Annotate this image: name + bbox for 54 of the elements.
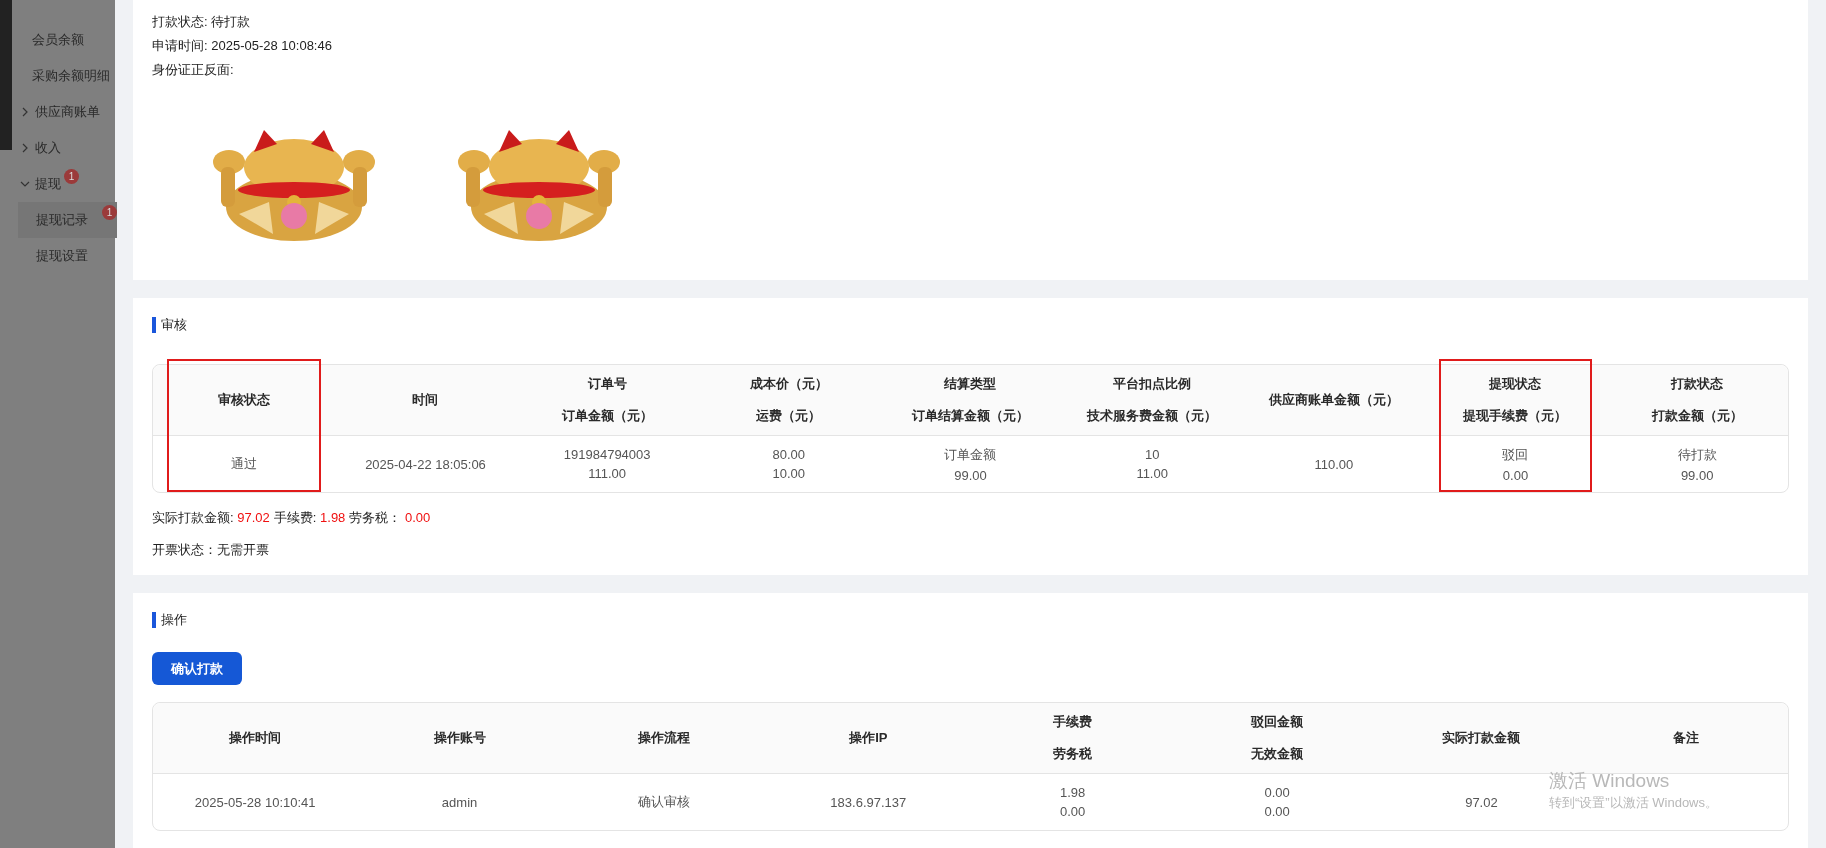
chevron-icon: [20, 179, 30, 189]
column-header: 实际打款金额: [1379, 703, 1584, 774]
menu-item[interactable]: 提现记录 1: [18, 202, 117, 238]
table-cell: 0.00 0.00: [1264, 785, 1290, 819]
table-cell: 确认审核: [637, 793, 690, 811]
table-cell: 待打款 99.00: [1677, 445, 1717, 483]
column-header: 审核状态: [153, 365, 335, 436]
column-header: 平台扣点比例 技术服务费金额（元）: [1061, 365, 1243, 436]
column-header: 订单号 订单金额（元）: [516, 365, 698, 436]
column-header: 打款状态 打款金额（元）: [1606, 365, 1788, 436]
table-cell: 1.98 0.00: [1060, 785, 1086, 819]
table-cell: 183.6.97.137: [830, 794, 907, 810]
column-header: 手续费 劳务税: [970, 703, 1175, 774]
column-header: 时间: [334, 365, 517, 436]
activation-text: 转到“设置”以激活 Windows。: [1549, 794, 1718, 812]
menu-item[interactable]: 会员余额: [0, 22, 117, 58]
column-header: 供应商账单金额（元）: [1243, 365, 1425, 436]
table-cell: 97.02: [1465, 794, 1498, 810]
invoice-status: 开票状态：无需开票: [152, 541, 270, 559]
column-header: 驳回金额 无效金额: [1174, 703, 1380, 774]
info-text: 申请时间: 2025-05-28 10:08:46: [152, 37, 333, 55]
section-title: 操作: [161, 611, 187, 629]
count-badge: 1: [64, 169, 79, 184]
menu-item[interactable]: 提现设置: [0, 238, 117, 274]
table-cell: 10 11.00: [1136, 447, 1168, 481]
menu-group[interactable]: 供应商账单: [0, 94, 117, 130]
chevron-icon: [20, 143, 30, 153]
column-header: 备注: [1583, 703, 1788, 774]
column-header: 结算类型 订单结算金额（元）: [879, 365, 1062, 436]
table-cell: 驳回 0.00: [1502, 445, 1529, 483]
table-cell: 2025-05-28 10:10:41: [194, 794, 316, 810]
table-cell: 2025-04-22 18:05:06: [365, 456, 486, 472]
confirm-payment-button[interactable]: 确认打款: [152, 652, 242, 685]
chevron-icon: [20, 107, 30, 117]
info-text: 身份证正反面:: [152, 61, 235, 79]
summary-text: 实际打款金额: 97.02 手续费: 1.98 劳务税： 0.00: [152, 509, 432, 527]
column-header: 操作IP: [766, 703, 971, 774]
section-title: 审核: [161, 316, 187, 334]
column-header: 操作账号: [357, 703, 562, 774]
table-cell: 191984794003 111.00: [563, 447, 651, 481]
table-cell: 通过: [230, 455, 257, 473]
table-cell: 订单金额 99.00: [944, 445, 997, 483]
column-header: 成本价（元） 运费（元）: [698, 365, 880, 436]
info-text: 打款状态: 待打款: [152, 13, 252, 31]
menu-item[interactable]: 采购余额明细: [0, 58, 117, 94]
table-cell: admin: [441, 794, 478, 810]
table-cell: 80.00 10.00: [772, 447, 806, 481]
table-cell: 110.00: [1314, 456, 1354, 472]
menu-group[interactable]: 提现 1: [0, 166, 117, 202]
column-header: 操作流程: [561, 703, 767, 774]
column-header: 操作时间: [153, 703, 358, 774]
menu-group[interactable]: 收入: [0, 130, 117, 166]
count-badge: 1: [102, 205, 117, 220]
column-header: 提现状态 提现手续费（元）: [1424, 365, 1607, 436]
